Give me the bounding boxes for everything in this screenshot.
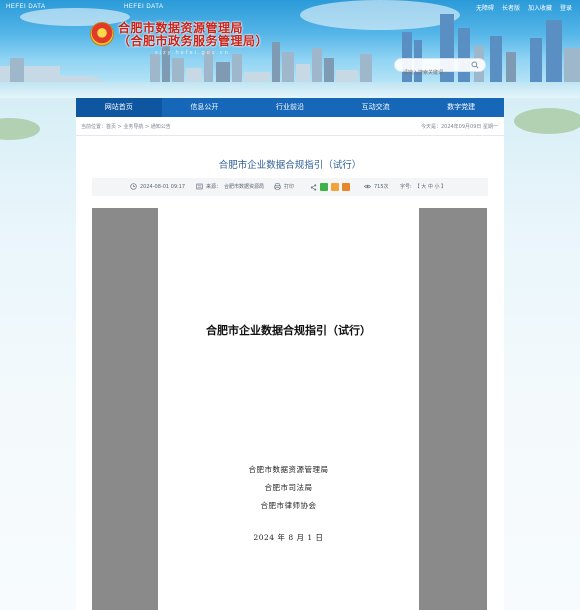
nav-item-info-disclosure[interactable]: 信息公开 bbox=[162, 98, 248, 117]
print-label[interactable]: 打印 bbox=[284, 183, 294, 190]
view-count: 715次 bbox=[364, 183, 389, 190]
breadcrumb-bar: 当前位置：首页 > 业务导航 > 通知公告 今天是：2024年09月09日 星期… bbox=[76, 117, 504, 136]
article-title: 合肥市企业数据合规指引（试行） bbox=[218, 160, 362, 171]
breadcrumb[interactable]: 当前位置：首页 > 业务导航 > 通知公告 bbox=[81, 123, 171, 130]
side-scenery-right bbox=[504, 98, 580, 610]
cloud-decoration bbox=[300, 0, 460, 30]
bookmark-link[interactable]: 加入收藏 bbox=[528, 3, 552, 12]
print-action[interactable]: 打印 bbox=[274, 183, 294, 190]
site-banner: HEFEI DATA HEFEI DATA 无障碍 长者版 加入收藏 登录 合肥… bbox=[0, 0, 580, 98]
login-link[interactable]: 登录 bbox=[560, 3, 572, 12]
nav-item-industry-frontier[interactable]: 行业前沿 bbox=[247, 98, 333, 117]
main-nav: 网站首页 信息公开 行业前沿 互动交流 数字党建 bbox=[76, 98, 504, 117]
document-date: 2024 年 8 月 1 日 bbox=[253, 533, 324, 542]
source-label: 来源： bbox=[206, 184, 222, 190]
font-size-options[interactable]: 【 大 中 小 】 bbox=[415, 183, 446, 190]
font-size-control: 字号: 【 大 中 小 】 bbox=[400, 183, 446, 190]
nav-item-home[interactable]: 网站首页 bbox=[76, 98, 162, 117]
document-title: 合肥市企业数据合规指引（试行） bbox=[206, 324, 371, 337]
search-box bbox=[394, 58, 486, 79]
agency-domain: sjzy.hefei.gov.cn bbox=[155, 50, 230, 56]
share-icon[interactable] bbox=[310, 183, 317, 191]
elder-version-link[interactable]: 长者版 bbox=[502, 3, 520, 12]
issuer-line: 合肥市律师协会 bbox=[260, 501, 317, 510]
accessibility-link[interactable]: 无障碍 bbox=[476, 3, 494, 12]
weibo-share-icon[interactable] bbox=[342, 183, 350, 191]
agency-name-line2: （合肥市政务服务管理局） bbox=[118, 34, 269, 48]
national-emblem-icon bbox=[90, 22, 114, 46]
today-date: 今天是：2024年09月09日 星期一 bbox=[420, 124, 498, 130]
brand-tag: HEFEI DATA bbox=[124, 4, 164, 10]
clock-icon bbox=[130, 183, 137, 190]
search-input[interactable] bbox=[395, 67, 469, 79]
share-group bbox=[310, 183, 350, 191]
nav-item-digital-party[interactable]: 数字党建 bbox=[418, 98, 504, 117]
document-page: 合肥市企业数据合规指引（试行） 合肥市数据资源管理局 合肥市司法局 合肥市律师协… bbox=[158, 208, 419, 610]
agency-name[interactable]: 合肥市数据资源管理局 （合肥市政务服务管理局） bbox=[118, 22, 268, 48]
issuer-line: 合肥市数据资源管理局 bbox=[248, 465, 329, 474]
font-size-label: 字号: bbox=[400, 184, 412, 190]
qzone-share-icon[interactable] bbox=[331, 183, 339, 191]
issuer-line: 合肥市司法局 bbox=[264, 483, 313, 492]
top-links: 无障碍 长者版 加入收藏 登录 bbox=[476, 3, 572, 12]
cloud-decoration bbox=[20, 8, 130, 26]
island-decoration bbox=[0, 118, 40, 140]
nav-item-interaction[interactable]: 互动交流 bbox=[333, 98, 419, 117]
source-name: 合肥市数据资源局 bbox=[224, 184, 265, 190]
publish-date: 2024-08-01 09:17 bbox=[130, 183, 185, 190]
search-icon[interactable] bbox=[471, 61, 479, 69]
lake-water bbox=[0, 82, 580, 98]
side-scenery-left bbox=[0, 98, 76, 610]
view-count-text: 715次 bbox=[374, 184, 389, 190]
wechat-share-icon[interactable] bbox=[320, 183, 328, 191]
article-source: 来源： 合肥市数据资源局 bbox=[196, 183, 264, 190]
source-icon bbox=[196, 183, 203, 190]
brand-tag: HEFEI DATA bbox=[6, 4, 46, 10]
article-meta-bar: 2024-08-01 09:17 来源： 合肥市数据资源局 打印 715次 字号… bbox=[92, 178, 488, 196]
publish-date-text: 2024-08-01 09:17 bbox=[140, 183, 186, 190]
eye-icon bbox=[364, 184, 371, 189]
island-decoration bbox=[514, 108, 580, 134]
print-icon bbox=[274, 183, 281, 190]
